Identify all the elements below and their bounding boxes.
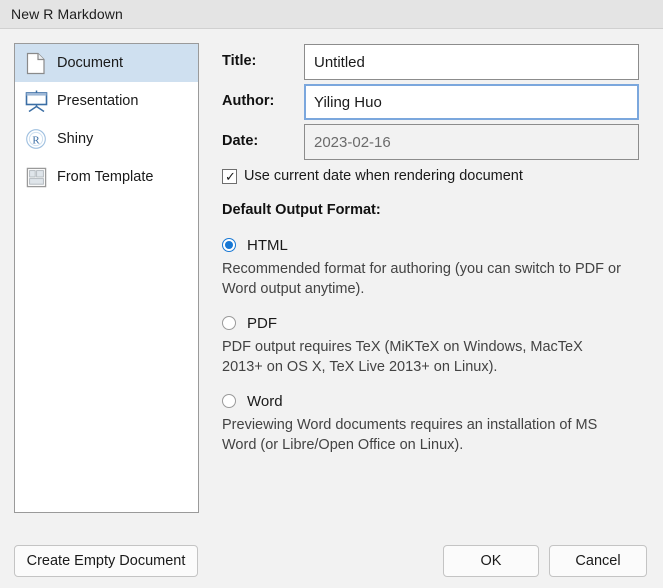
template-type-list[interactable]: Document Presentation R Shiny From Templ… xyxy=(14,43,199,513)
sidebar-item-document[interactable]: Document xyxy=(15,44,198,82)
svg-text:R: R xyxy=(32,134,40,146)
shiny-r-icon: R xyxy=(24,127,48,151)
title-input[interactable] xyxy=(304,44,639,80)
dialog-body: Document Presentation R Shiny From Templ… xyxy=(0,30,663,588)
date-input[interactable] xyxy=(304,124,639,160)
presentation-icon xyxy=(24,89,48,113)
metadata-form: Title: Author: Date: ✓ Use current date … xyxy=(222,30,647,550)
radio-label-pdf: PDF xyxy=(247,314,277,332)
radio-button-pdf[interactable] xyxy=(222,316,236,330)
create-empty-document-button[interactable]: Create Empty Document xyxy=(14,545,198,577)
sidebar-item-shiny[interactable]: R Shiny xyxy=(15,120,198,158)
window-title: New R Markdown xyxy=(11,6,123,22)
title-field-row: Title: xyxy=(222,44,647,80)
check-icon: ✓ xyxy=(225,168,236,184)
radio-button-word[interactable] xyxy=(222,394,236,408)
output-option-pdf[interactable]: PDF PDF output requires TeX (MiKTeX on W… xyxy=(222,313,642,377)
use-current-date-label: Use current date when rendering document xyxy=(244,168,523,184)
radio-line-pdf[interactable]: PDF xyxy=(222,313,642,333)
author-field-row: Author: xyxy=(222,84,647,120)
radio-description-html: Recommended format for authoring (you ca… xyxy=(222,261,621,297)
ok-button[interactable]: OK xyxy=(443,545,539,577)
output-option-word[interactable]: Word Previewing Word documents requires … xyxy=(222,391,642,455)
sidebar-item-label: Document xyxy=(57,55,124,71)
output-format-heading: Default Output Format: xyxy=(222,202,381,218)
checkbox-box: ✓ xyxy=(222,168,237,184)
radio-line-word[interactable]: Word xyxy=(222,391,642,411)
sidebar-item-label: Shiny xyxy=(57,131,94,147)
radio-description-word: Previewing Word documents requires an in… xyxy=(222,417,598,453)
window-titlebar: New R Markdown xyxy=(0,0,663,29)
author-input[interactable] xyxy=(304,84,639,120)
date-label: Date: xyxy=(222,133,259,149)
template-icon xyxy=(24,165,48,189)
radio-button-html[interactable] xyxy=(222,238,236,252)
radio-label-html: HTML xyxy=(247,236,288,254)
sidebar-item-presentation[interactable]: Presentation xyxy=(15,82,198,120)
sidebar-item-from-template[interactable]: From Template xyxy=(15,158,198,196)
date-field-row: Date: xyxy=(222,124,647,160)
document-icon xyxy=(24,51,48,75)
use-current-date-checkbox[interactable]: ✓ Use current date when rendering docume… xyxy=(222,168,523,184)
sidebar-item-label: From Template xyxy=(57,169,154,185)
cancel-button[interactable]: Cancel xyxy=(549,545,647,577)
radio-label-word: Word xyxy=(247,392,283,410)
radio-line-html[interactable]: HTML xyxy=(222,235,642,255)
radio-description-pdf: PDF output requires TeX (MiKTeX on Windo… xyxy=(222,339,583,375)
title-label: Title: xyxy=(222,53,257,69)
sidebar-item-label: Presentation xyxy=(57,93,139,109)
output-option-html[interactable]: HTML Recommended format for authoring (y… xyxy=(222,235,642,299)
author-label: Author: xyxy=(222,93,275,109)
